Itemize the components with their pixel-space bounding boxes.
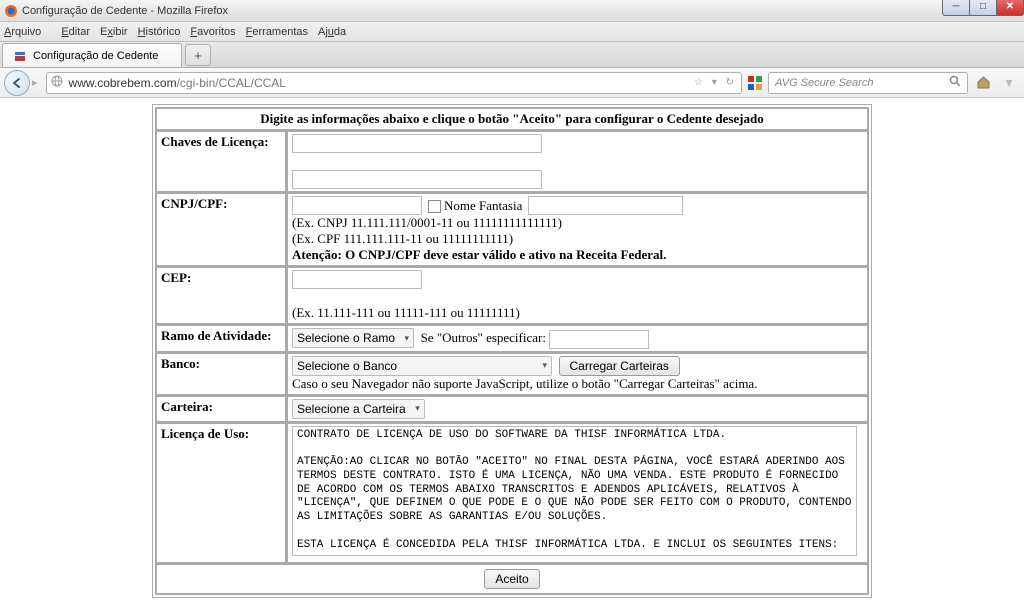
label-outros: Se "Outros" especificar:: [421, 330, 546, 345]
select-carteira[interactable]: Selecione a Carteira: [292, 399, 425, 419]
label-licenca: Licença de Uso:: [156, 423, 286, 563]
newtab-button[interactable]: +: [185, 44, 211, 66]
url-action-icons[interactable]: ☆ ▾ ↻: [694, 77, 737, 88]
label-cnpj: CNPJ/CPF:: [156, 193, 286, 266]
feed-button[interactable]: ▾: [998, 72, 1020, 94]
menu-favoritos[interactable]: Favoritos: [190, 26, 235, 38]
tab-cedente[interactable]: Configuração de Cedente: [2, 43, 182, 67]
minimize-button[interactable]: ─: [942, 0, 970, 16]
hint-cnpj-1: (Ex. CNPJ 11.111.111/0001-11 ou 11111111…: [292, 215, 863, 231]
hint-cnpj-2: (Ex. CPF 111.111.111-11 ou 11111111111): [292, 231, 863, 247]
input-chave-1[interactable]: [292, 134, 542, 153]
hint-banco: Caso o seu Navegador não suporte JavaScr…: [292, 376, 863, 392]
avg-logo-icon: [746, 74, 764, 92]
label-ramo: Ramo de Atividade:: [156, 325, 286, 352]
url-text: www.cobrebem.com/cgi-bin/CCAL/CCAL: [69, 76, 695, 90]
textarea-licenca[interactable]: [292, 426, 857, 556]
label-cep: CEP:: [156, 267, 286, 324]
menu-ajuda[interactable]: Ajuda: [318, 26, 346, 38]
input-cnpj[interactable]: [292, 196, 422, 215]
search-box[interactable]: AVG Secure Search: [768, 72, 968, 94]
search-placeholder: AVG Secure Search: [775, 77, 949, 89]
warning-cnpj: Atenção: O CNPJ/CPF deve estar válido e …: [292, 247, 863, 263]
menu-exibir[interactable]: Exibir: [100, 26, 128, 38]
select-ramo[interactable]: Selecione o Ramo: [292, 328, 414, 348]
label-chaves: Chaves de Licença:: [156, 131, 286, 192]
input-cep[interactable]: [292, 270, 422, 289]
checkbox-nome-fantasia-wrap[interactable]: Nome Fantasia: [428, 198, 522, 214]
input-nome-fantasia[interactable]: [528, 196, 683, 215]
home-button[interactable]: [972, 72, 994, 94]
site-identity-icon: [51, 75, 65, 90]
input-chave-2[interactable]: [292, 170, 542, 189]
window-title: Configuração de Cedente - Mozilla Firefo…: [22, 5, 228, 17]
tabbar: Configuração de Cedente +: [0, 42, 1024, 68]
page-content: Digite as informações abaixo e clique o …: [0, 98, 1024, 604]
firefox-icon: [4, 4, 18, 18]
hint-cep: (Ex. 11.111-111 ou 11111-111 ou 11111111…: [292, 305, 520, 320]
form-frame: Digite as informações abaixo e clique o …: [152, 104, 872, 598]
input-ramo-outros[interactable]: [549, 330, 649, 349]
menubar: Arquivo Editar Exibir Histórico Favorito…: [0, 22, 1024, 42]
close-button[interactable]: ✕: [996, 0, 1024, 16]
config-form-table: Digite as informações abaixo e clique o …: [155, 107, 869, 595]
titlebar: Configuração de Cedente - Mozilla Firefo…: [0, 0, 1024, 22]
search-icon[interactable]: [949, 75, 961, 90]
back-button[interactable]: [4, 70, 30, 96]
form-header: Digite as informações abaixo e clique o …: [156, 108, 868, 130]
menu-editar[interactable]: Editar: [61, 26, 90, 38]
select-banco[interactable]: Selecione o Banco: [292, 356, 552, 376]
url-bar[interactable]: www.cobrebem.com/cgi-bin/CCAL/CCAL ☆ ▾ ↻: [46, 72, 742, 94]
maximize-button[interactable]: □: [969, 0, 997, 16]
label-banco: Banco:: [156, 353, 286, 395]
tab-label: Configuração de Cedente: [33, 50, 158, 62]
button-aceito[interactable]: Aceito: [484, 569, 539, 589]
checkbox-nome-fantasia[interactable]: [428, 200, 441, 213]
menu-arquivo[interactable]: Arquivo: [4, 26, 51, 38]
menu-ferramentas[interactable]: Ferramentas: [246, 26, 308, 38]
tab-favicon: [13, 49, 27, 63]
button-carregar-carteiras[interactable]: Carregar Carteiras: [559, 356, 680, 376]
menu-historico[interactable]: Histórico: [138, 26, 181, 38]
navbar: ▸ www.cobrebem.com/cgi-bin/CCAL/CCAL ☆ ▾…: [0, 68, 1024, 98]
forward-button[interactable]: ▸: [32, 76, 38, 89]
label-carteira: Carteira:: [156, 396, 286, 422]
